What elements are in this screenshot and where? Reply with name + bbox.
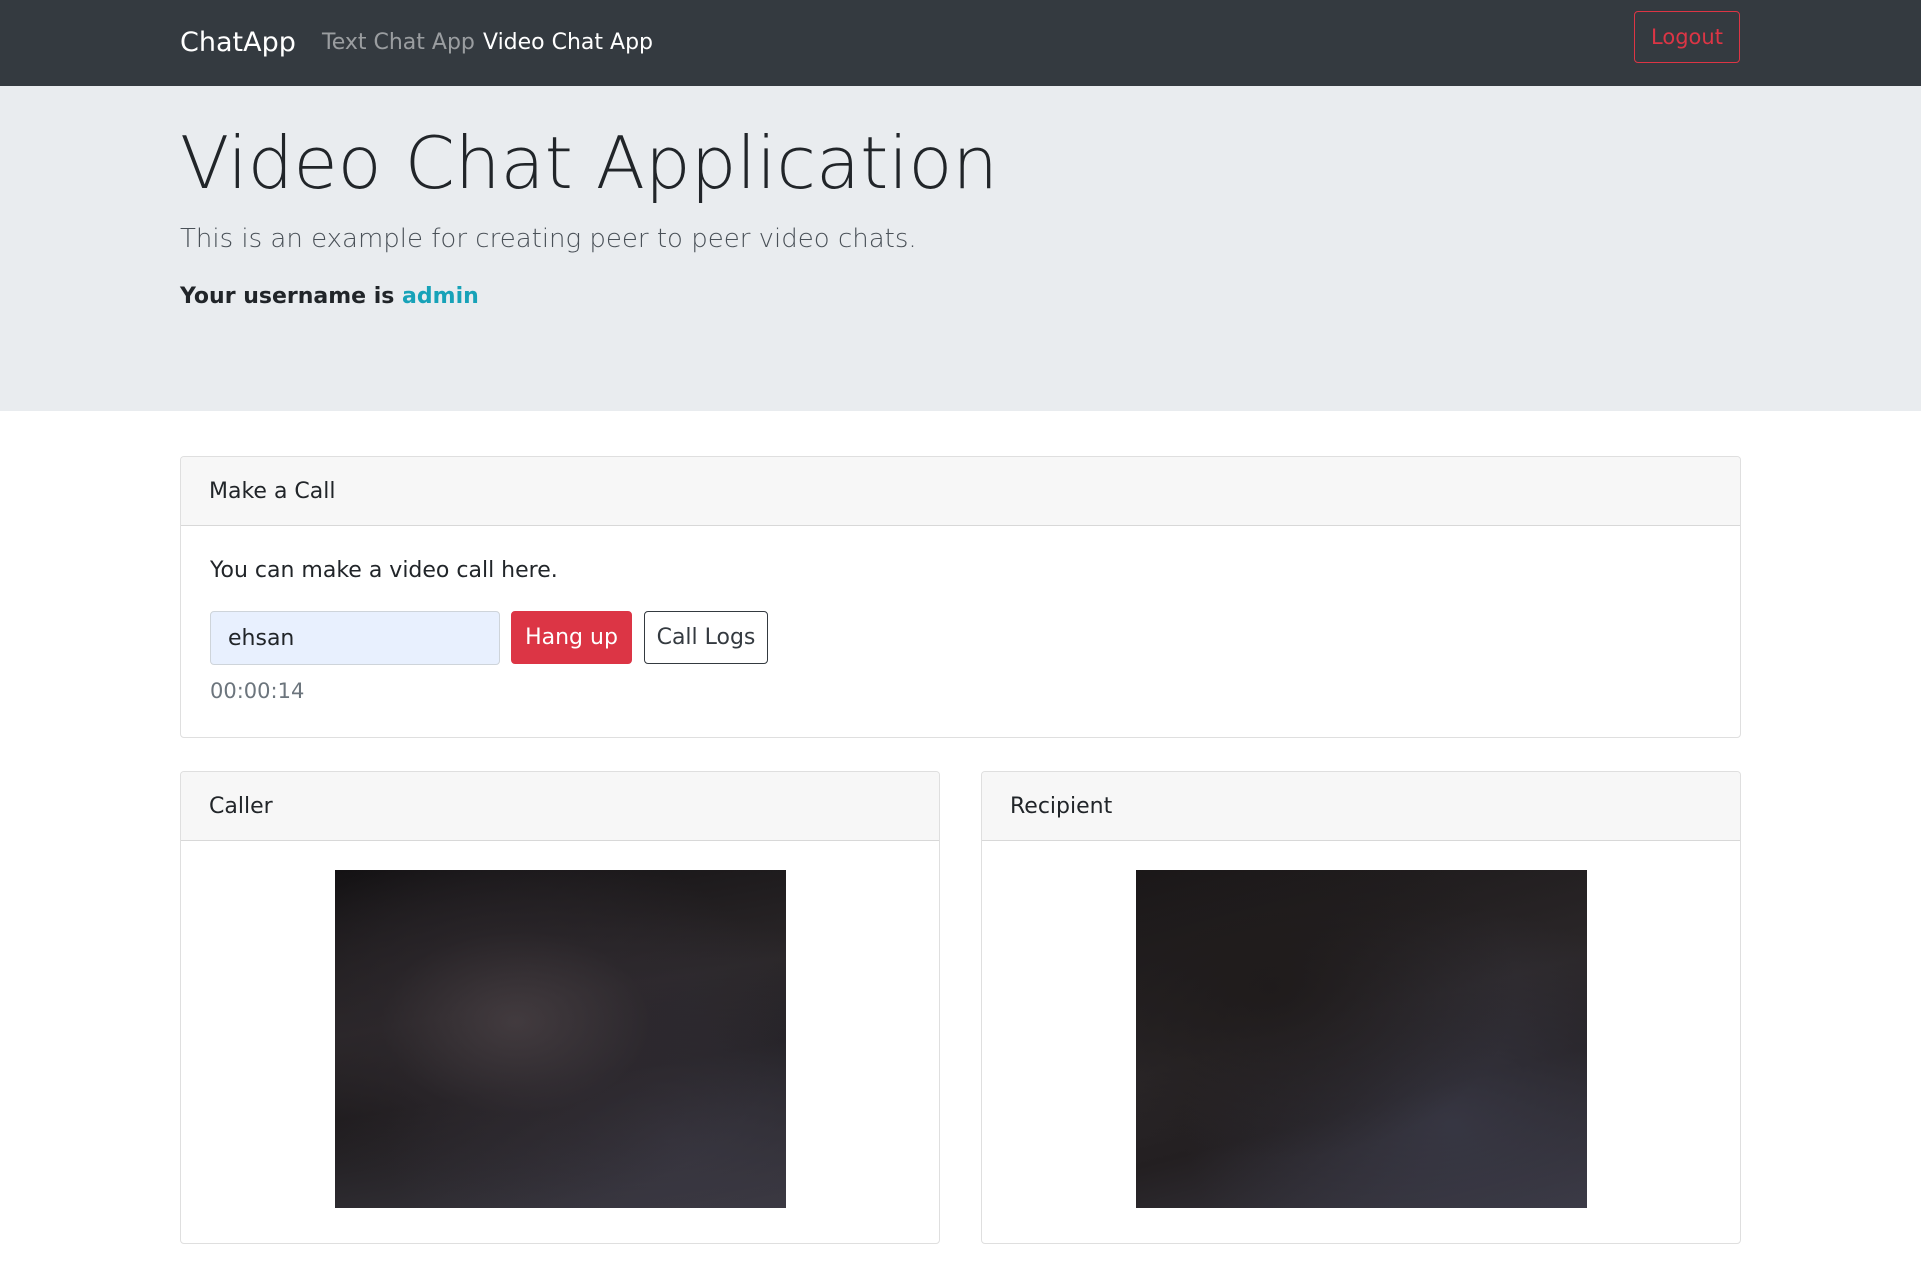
hang-up-button[interactable]: Hang up	[511, 611, 632, 664]
username-value: admin	[402, 284, 479, 309]
call-logs-button[interactable]: Call Logs	[644, 611, 768, 664]
top-navbar: ChatApp Text Chat App Video Chat App Log…	[0, 0, 1921, 86]
make-call-card: Make a Call You can make a video call he…	[180, 456, 1741, 738]
caller-video[interactable]	[335, 870, 786, 1208]
caller-header: Caller	[181, 772, 939, 841]
recipient-video[interactable]	[1136, 870, 1587, 1208]
username-prefix: Your username is	[180, 284, 395, 309]
caller-card: Caller	[180, 771, 940, 1244]
nav-link-video-chat[interactable]: Video Chat App	[483, 29, 653, 57]
make-call-header: Make a Call	[181, 457, 1740, 526]
username-line: Your username is admin	[180, 282, 479, 312]
recipient-card: Recipient	[981, 771, 1741, 1244]
recipient-header: Recipient	[982, 772, 1740, 841]
page-lead: This is an example for creating peer to …	[180, 224, 917, 254]
recipient-username-input[interactable]	[210, 611, 500, 665]
make-call-description: You can make a video call here.	[210, 558, 558, 583]
call-timer: 00:00:14	[210, 679, 305, 703]
nav-link-text-chat[interactable]: Text Chat App	[322, 29, 475, 57]
logout-button[interactable]: Logout	[1634, 11, 1740, 63]
page-title: Video Chat Application	[180, 121, 999, 205]
brand-link[interactable]: ChatApp	[180, 26, 296, 60]
